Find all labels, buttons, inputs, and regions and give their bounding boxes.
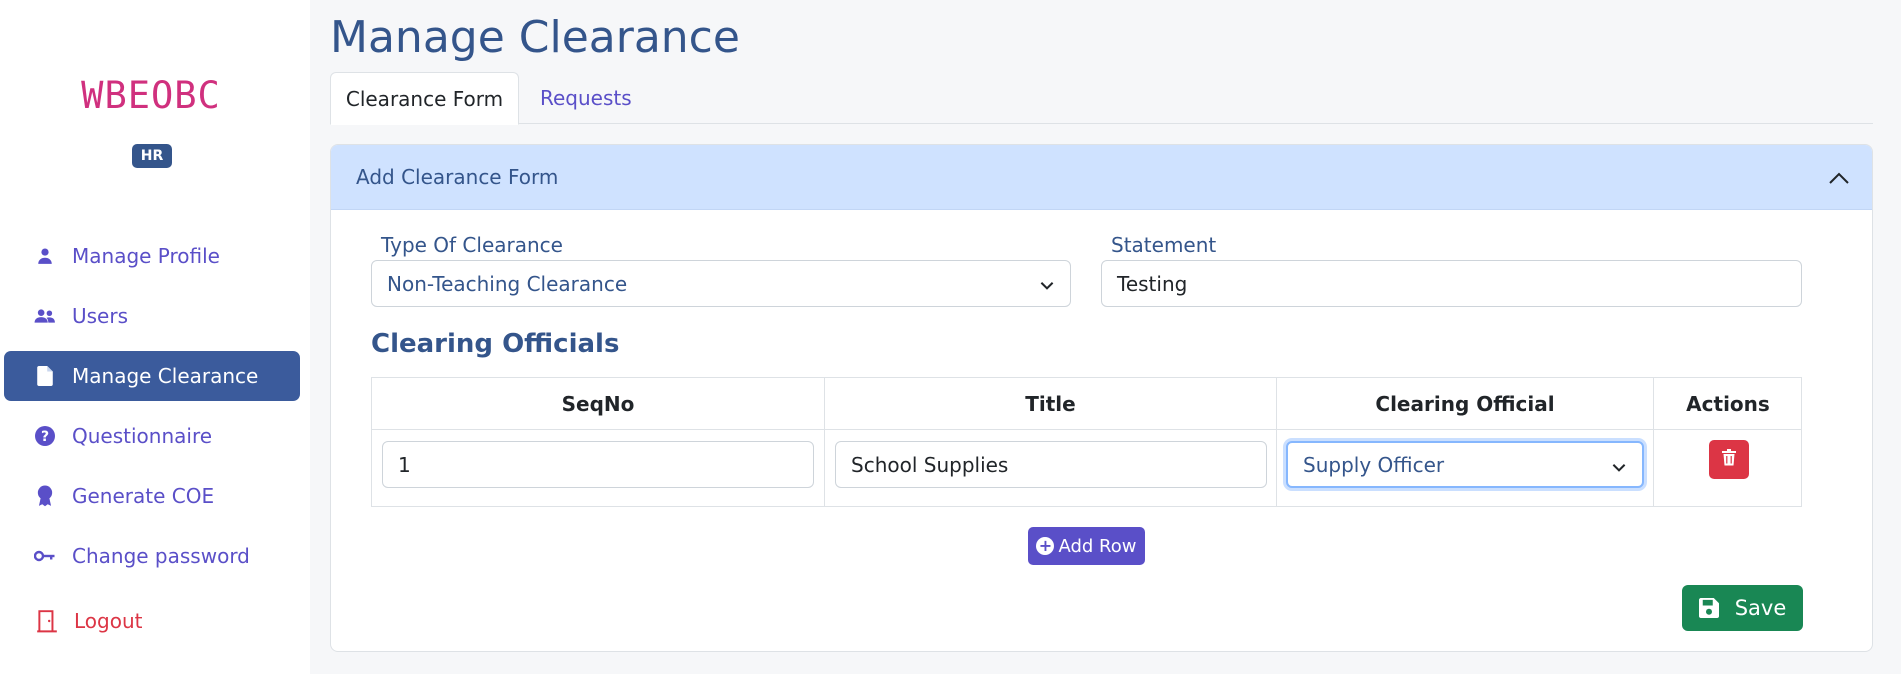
brand-logo: WBEOBC (81, 74, 221, 117)
sidebar-item-change-password[interactable]: Change password (4, 531, 300, 581)
clearing-official-select[interactable]: Supply Officer (1286, 441, 1644, 488)
add-row-button[interactable]: + Add Row (1028, 527, 1145, 565)
role-badge: HR (132, 144, 172, 168)
sidebar-item-questionnaire[interactable]: ? Questionnaire (4, 411, 300, 461)
page-title: Manage Clearance (330, 12, 740, 63)
card-title: Add Clearance Form (356, 165, 559, 189)
tab-clearance-form[interactable]: Clearance Form (330, 72, 519, 125)
chevron-up-icon[interactable] (1824, 163, 1854, 193)
floppy-disk-icon (1698, 598, 1719, 618)
type-of-clearance-select[interactable]: Non-Teaching Clearance (371, 260, 1071, 307)
trash-icon (1722, 449, 1736, 470)
question-circle-icon: ? (34, 425, 56, 447)
title-value: School Supplies (851, 452, 1009, 477)
clearing-officials-title: Clearing Officials (371, 329, 620, 359)
clearing-official-value: Supply Officer (1303, 452, 1445, 477)
svg-text:?: ? (41, 429, 49, 445)
type-of-clearance-value: Non-Teaching Clearance (387, 271, 628, 296)
sidebar-item-generate-coe[interactable]: Generate COE (4, 471, 300, 521)
sidebar-item-users[interactable]: Users (4, 291, 300, 341)
table-cell-seqno: 1 (372, 430, 825, 507)
tab-bar: Clearance Form Requests (330, 72, 1873, 125)
column-header-actions: Actions (1654, 378, 1802, 430)
sidebar-item-manage-clearance[interactable]: Manage Clearance (4, 351, 300, 401)
sidebar-item-logout[interactable]: Logout (4, 596, 300, 646)
statement-value: Testing (1117, 271, 1188, 296)
table-cell-clearing-official: Supply Officer (1277, 430, 1654, 507)
chevron-down-icon (1038, 275, 1056, 293)
table-cell-actions (1654, 430, 1802, 507)
key-icon (34, 545, 56, 567)
add-clearance-card: Add Clearance Form Type Of Clearance Non… (330, 144, 1873, 652)
statement-label: Statement (1111, 233, 1217, 257)
award-icon (34, 485, 56, 507)
sidebar-item-manage-profile[interactable]: Manage Profile (4, 231, 300, 281)
user-icon (34, 245, 56, 267)
column-header-clearing-official: Clearing Official (1277, 378, 1654, 430)
sidebar-item-label: Generate COE (72, 484, 215, 508)
seqno-input[interactable]: 1 (382, 441, 814, 488)
clearing-officials-table: SeqNo Title Clearing Official Actions 1 … (371, 377, 1802, 507)
chevron-down-icon (1610, 457, 1628, 475)
sidebar-item-label: Manage Clearance (72, 364, 259, 388)
card-header[interactable]: Add Clearance Form (331, 145, 1872, 210)
file-icon (34, 365, 56, 387)
title-input[interactable]: School Supplies (835, 441, 1267, 488)
statement-input[interactable]: Testing (1101, 260, 1802, 307)
sidebar-item-label: Change password (72, 544, 250, 568)
tab-requests[interactable]: Requests (520, 72, 652, 124)
plus-circle-icon: + (1036, 537, 1055, 555)
table-cell-title: School Supplies (825, 430, 1277, 507)
sidebar-item-label: Questionnaire (72, 424, 213, 448)
type-of-clearance-label: Type Of Clearance (381, 233, 563, 257)
logout-door-icon (36, 610, 58, 633)
sidebar-item-label: Manage Profile (72, 244, 220, 268)
delete-row-button[interactable] (1709, 440, 1749, 479)
users-icon (34, 305, 56, 327)
sidebar: WBEOBC HR Manage Profile Users Manage Cl… (0, 0, 310, 674)
sidebar-item-label: Users (72, 304, 129, 328)
seqno-value: 1 (398, 452, 411, 477)
save-label: Save (1734, 596, 1787, 620)
sidebar-item-label: Logout (74, 609, 143, 633)
save-button[interactable]: Save (1682, 585, 1803, 631)
column-header-seqno: SeqNo (372, 378, 825, 430)
add-row-label: Add Row (1058, 535, 1137, 557)
column-header-title: Title (825, 378, 1277, 430)
